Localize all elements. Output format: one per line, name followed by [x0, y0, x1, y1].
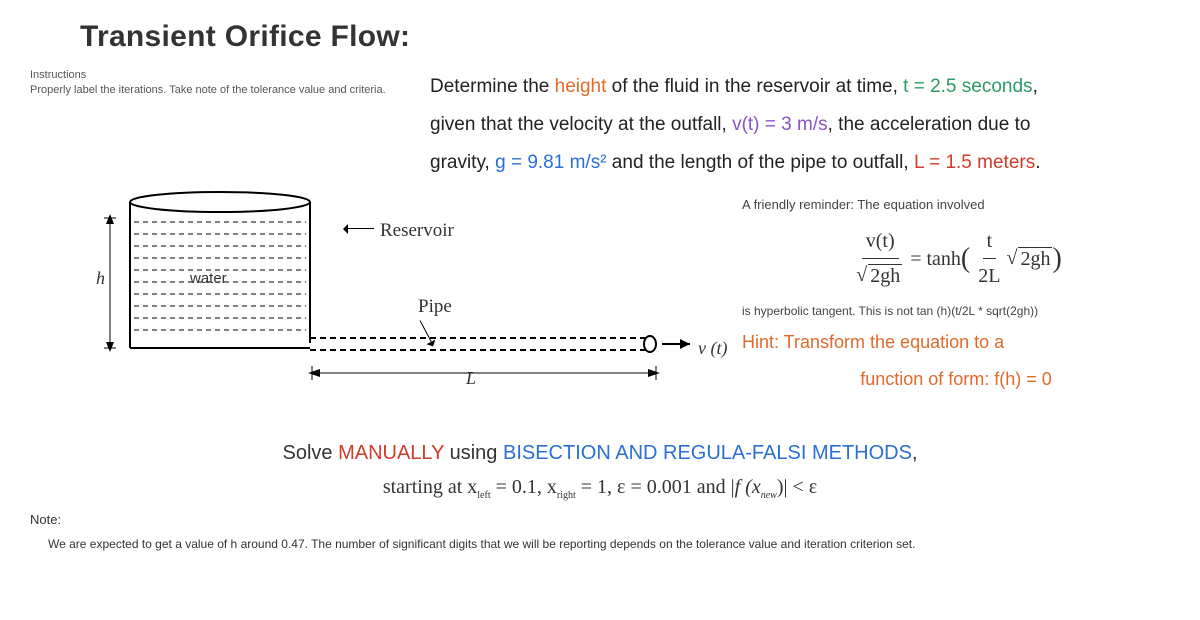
- sub-right: right: [557, 490, 576, 501]
- v-value: v(t) = 3 m/s: [732, 114, 828, 135]
- solve-manually: MANUALLY: [338, 442, 444, 464]
- solve-text: Solve: [282, 442, 338, 464]
- hint-line1: Hint: Transform the equation to a: [742, 332, 1004, 352]
- problem-text: of the fluid in the reservoir at time,: [606, 76, 903, 97]
- problem-text: , the acceleration due to: [828, 114, 1031, 135]
- problem-text: .: [1035, 152, 1040, 173]
- diagram: h water Reservoir Pipe L v (t): [30, 188, 730, 408]
- note-block: Note: We are expected to get a value of …: [30, 510, 1170, 554]
- label-pipe: Pipe: [418, 296, 452, 318]
- t-value: t = 2.5 seconds: [903, 76, 1032, 97]
- eqn-num-left: v(t): [862, 224, 899, 259]
- solve-text: )| < ε: [777, 476, 817, 498]
- instructions-label: Instructions: [30, 68, 410, 83]
- problem-text: Determine the: [430, 76, 555, 97]
- instructions-body: Properly label the iterations. Take note…: [30, 84, 386, 96]
- problem-text: gravity,: [430, 152, 495, 173]
- eqn-2l: 2L: [974, 259, 1004, 293]
- solve-text: starting at x: [383, 476, 477, 498]
- solve-text: using: [444, 442, 503, 464]
- label-vt: v (t): [698, 338, 727, 359]
- mid-row: h water Reservoir Pipe L v (t) A friendl…: [30, 188, 1170, 408]
- problem-text: given that the velocity at the outfall,: [430, 114, 732, 135]
- solve-text: ,: [912, 442, 918, 464]
- instructions-block: Instructions Properly label the iteratio…: [30, 68, 410, 99]
- eqn-den-left: 2gh: [868, 264, 902, 287]
- l-value: L = 1.5 meters: [914, 152, 1035, 173]
- note-label: Note:: [30, 512, 61, 527]
- label-reservoir: Reservoir: [380, 220, 454, 242]
- equation: v(t) 2gh = tanh ( t 2L 2gh ): [742, 224, 1170, 293]
- hint-line2: function of form: f(h) = 0: [742, 364, 1170, 395]
- fxnew: f (x: [735, 476, 761, 498]
- solve-methods: BISECTION AND REGULA-FALSI METHODS: [503, 442, 912, 464]
- problem-statement: Determine the height of the fluid in the…: [430, 68, 1170, 182]
- solve-text: = 1, ε = 0.001 and |: [576, 476, 735, 498]
- problem-text: and the length of the pipe to outfall,: [607, 152, 914, 173]
- page-title: Transient Orifice Flow:: [80, 20, 1170, 54]
- reminder-label: A friendly reminder: The equation involv…: [742, 194, 1170, 216]
- eqn-t: t: [983, 224, 997, 259]
- sub-new: new: [761, 490, 777, 501]
- g-value: g = 9.81 m/s²: [495, 152, 606, 173]
- reservoir-pointer: [344, 228, 374, 229]
- problem-text: ,: [1033, 76, 1038, 97]
- eqn-rad-right: 2gh: [1018, 247, 1052, 270]
- label-l: L: [466, 368, 476, 389]
- label-h: h: [96, 268, 105, 289]
- label-water: water: [190, 270, 227, 287]
- note-body: We are expected to get a value of h arou…: [48, 535, 1170, 554]
- instructions-column: Instructions Properly label the iteratio…: [30, 68, 430, 107]
- solve-text: = 0.1, x: [491, 476, 557, 498]
- height-highlight: height: [555, 76, 607, 97]
- side-column: A friendly reminder: The equation involv…: [730, 188, 1170, 408]
- solve-block: Solve MANUALLY using BISECTION AND REGUL…: [30, 436, 1170, 504]
- hint-text: Hint: Transform the equation to a functi…: [742, 327, 1170, 394]
- eqn-tanh: = tanh: [910, 242, 961, 276]
- hyptan-note: is hyperbolic tangent. This is not tan (…: [742, 301, 1170, 321]
- top-row: Instructions Properly label the iteratio…: [30, 68, 1170, 182]
- sub-left: left: [477, 490, 490, 501]
